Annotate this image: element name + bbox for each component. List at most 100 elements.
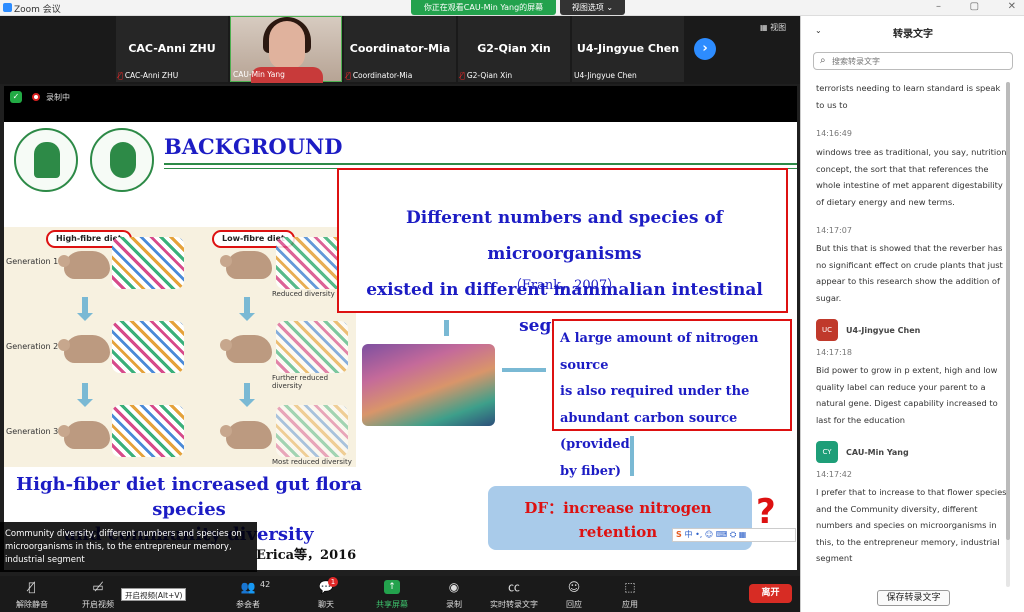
reactions-button[interactable]: ☺ 回应 <box>544 576 604 612</box>
speaker-name: U4-Jingyue Chen <box>846 326 921 335</box>
chevron-right-icon[interactable]: › <box>694 38 716 60</box>
start-video-button[interactable]: ▭̸ 开启视频 <box>68 576 128 612</box>
apps-icon: ⬚ <box>624 580 636 594</box>
mouse-icon <box>220 335 272 363</box>
down-arrow-icon <box>239 383 255 407</box>
search-icon: ⌕ <box>820 55 826 66</box>
participant-label: Coordinator-Mia <box>352 71 413 80</box>
minimize-icon[interactable]: – <box>936 1 941 15</box>
nitrogen-source-box: A large amount of nitrogen source is als… <box>552 319 792 479</box>
participant-label: G2-Qian Xin <box>466 71 513 80</box>
shared-screen-slide: BACKGROUND High-fibre diet Low-fibre die… <box>4 122 797 570</box>
record-dot-icon <box>32 93 40 101</box>
participant-name: Coordinator-Mia <box>349 42 451 55</box>
box-citation: （Frank，2007） <box>508 278 621 293</box>
generation-label: Generation 3 <box>6 427 59 436</box>
window-controls: – ▢ ✕ <box>936 1 1016 15</box>
slide-citation: Erica等，2016 <box>256 548 357 563</box>
slide-title: BACKGROUND <box>164 134 343 159</box>
avatar: CY <box>816 441 838 463</box>
transcript-search[interactable]: ⌕ <box>813 52 1013 70</box>
close-icon[interactable]: ✕ <box>1008 1 1016 15</box>
search-input[interactable] <box>832 55 1008 67</box>
meeting-toolbar: 🎙̸ 解除静音 ▭̸ 开启视频 👥 参会者 💬 聊天 ↑ 共享屏幕 ◉ 录制 ㏄实时转录文字… <box>0 576 800 612</box>
smile-icon: ☺ <box>567 580 581 594</box>
reactions-label: 回应 <box>566 600 582 609</box>
record-icon: ◉ <box>448 580 460 594</box>
participant-tile[interactable]: Coordinator-Mia 🎙̸ Coordinator-Mia <box>344 16 456 82</box>
apps-button[interactable]: ⬚ 应用 <box>600 576 660 612</box>
mouse-icon <box>220 251 272 279</box>
transcript-text: But this that is showed that the reverbe… <box>816 243 1003 303</box>
video-tooltip: 开启视频(Alt+V) <box>121 588 187 601</box>
conclusion-line: High-fiber diet increased gut flora spec… <box>16 474 362 520</box>
college-logo-icon <box>14 128 78 192</box>
scroll-thumb[interactable] <box>1006 82 1010 540</box>
university-logo-icon <box>90 128 154 192</box>
participant-tile-video[interactable]: CAU-Min Yang <box>230 16 342 83</box>
chat-label: 聊天 <box>318 600 334 609</box>
shield-icon[interactable]: ✓ <box>10 91 22 103</box>
participants-icon: 👥 <box>240 580 256 594</box>
transcript-text: terrorists needing to learn standard is … <box>816 83 1001 110</box>
participant-tile[interactable]: U4-Jingyue Chen U4-Jingyue Chen <box>572 16 684 82</box>
down-arrow-icon <box>630 436 634 476</box>
chat-button[interactable]: 💬 聊天 <box>296 576 356 612</box>
generation-label: Generation 1 <box>6 257 59 266</box>
muted-mic-icon: 🎙̸ <box>28 580 36 594</box>
leave-button[interactable]: 离开 <box>749 584 792 603</box>
participant-tile[interactable]: G2-Qian Xin 🎙̸ G2-Qian Xin <box>458 16 570 82</box>
muted-mic-icon: 🎙̸ <box>118 71 123 80</box>
share-icon: ↑ <box>384 580 400 594</box>
sogou-icon: S <box>676 530 685 539</box>
zoom-logo-icon <box>3 3 12 12</box>
live-transcript-button[interactable]: ㏄实时转录文字 <box>484 576 544 612</box>
share-label: 共享屏幕 <box>376 600 408 609</box>
share-screen-button[interactable]: ↑ 共享屏幕 <box>362 576 422 612</box>
app-title: Zoom 会议 <box>14 5 61 15</box>
diversity-label: Reduced diversity <box>272 290 335 298</box>
transcript-label: 实时转录文字 <box>490 600 538 609</box>
mouse-icon <box>58 251 110 279</box>
participant-name: G2-Qian Xin <box>477 42 551 55</box>
microorganisms-box: Different numbers and species of microor… <box>337 168 788 336</box>
box-line: by fiber) <box>560 463 621 479</box>
transcript-text: I prefer that to increase to that flower… <box>816 487 1007 563</box>
record-label: 录制 <box>446 600 462 609</box>
participant-label: CAU-Min Yang <box>233 70 285 79</box>
ime-toolbar[interactable]: S 中 •, ☺ ⌨ ⛭ ▦ <box>672 528 796 542</box>
intestinal-tissue-image <box>362 344 495 426</box>
microbiota-cluster <box>276 321 348 373</box>
video-off-icon: ▭̸ <box>92 580 104 594</box>
mouse-icon <box>220 421 272 449</box>
down-arrow-icon <box>239 297 255 321</box>
video-label: 开启视频 <box>82 600 114 609</box>
transcript-panel: ⌄ 转录文字 ⌕ terrorists needing to learn sta… <box>800 16 1024 612</box>
transcript-time: 14:17:42 <box>816 470 852 479</box>
maximize-icon[interactable]: ▢ <box>970 1 979 15</box>
diversity-label: Further reduced diversity <box>272 374 329 390</box>
recording-bar: ✓ 录制中 <box>4 86 797 122</box>
record-button[interactable]: ◉ 录制 <box>424 576 484 612</box>
question-mark-icon: ? <box>756 492 776 532</box>
diversity-label: Most reduced diversity <box>272 458 352 466</box>
cc-icon: ㏄ <box>507 580 520 594</box>
box-line: Different numbers and species of microor… <box>406 208 723 264</box>
scrollbar[interactable] <box>1006 82 1010 587</box>
grid-icon: ▦ <box>760 23 771 32</box>
participant-tile[interactable]: CAC-Anni ZHU 🎙̸ CAC-Anni ZHU <box>116 16 228 82</box>
unmute-button[interactable]: 🎙̸ 解除静音 <box>2 576 62 612</box>
view-label: 视图 <box>770 23 787 32</box>
mouse-icon <box>58 421 110 449</box>
mouse-icon <box>58 335 110 363</box>
unmute-label: 解除静音 <box>16 600 48 609</box>
gallery-view-button[interactable]: ▦ 视图 <box>760 22 786 33</box>
avatar: UC <box>816 319 838 341</box>
participant-face <box>269 21 305 69</box>
transcript-time: 14:17:18 <box>816 348 852 357</box>
muted-mic-icon: 🎙̸ <box>460 71 465 80</box>
view-options-button[interactable]: 视图选项 ⌄ <box>560 0 625 15</box>
microbiota-cluster <box>112 321 184 373</box>
save-transcript-button[interactable]: 保存转录文字 <box>877 590 950 606</box>
down-arrow-icon <box>77 383 93 407</box>
